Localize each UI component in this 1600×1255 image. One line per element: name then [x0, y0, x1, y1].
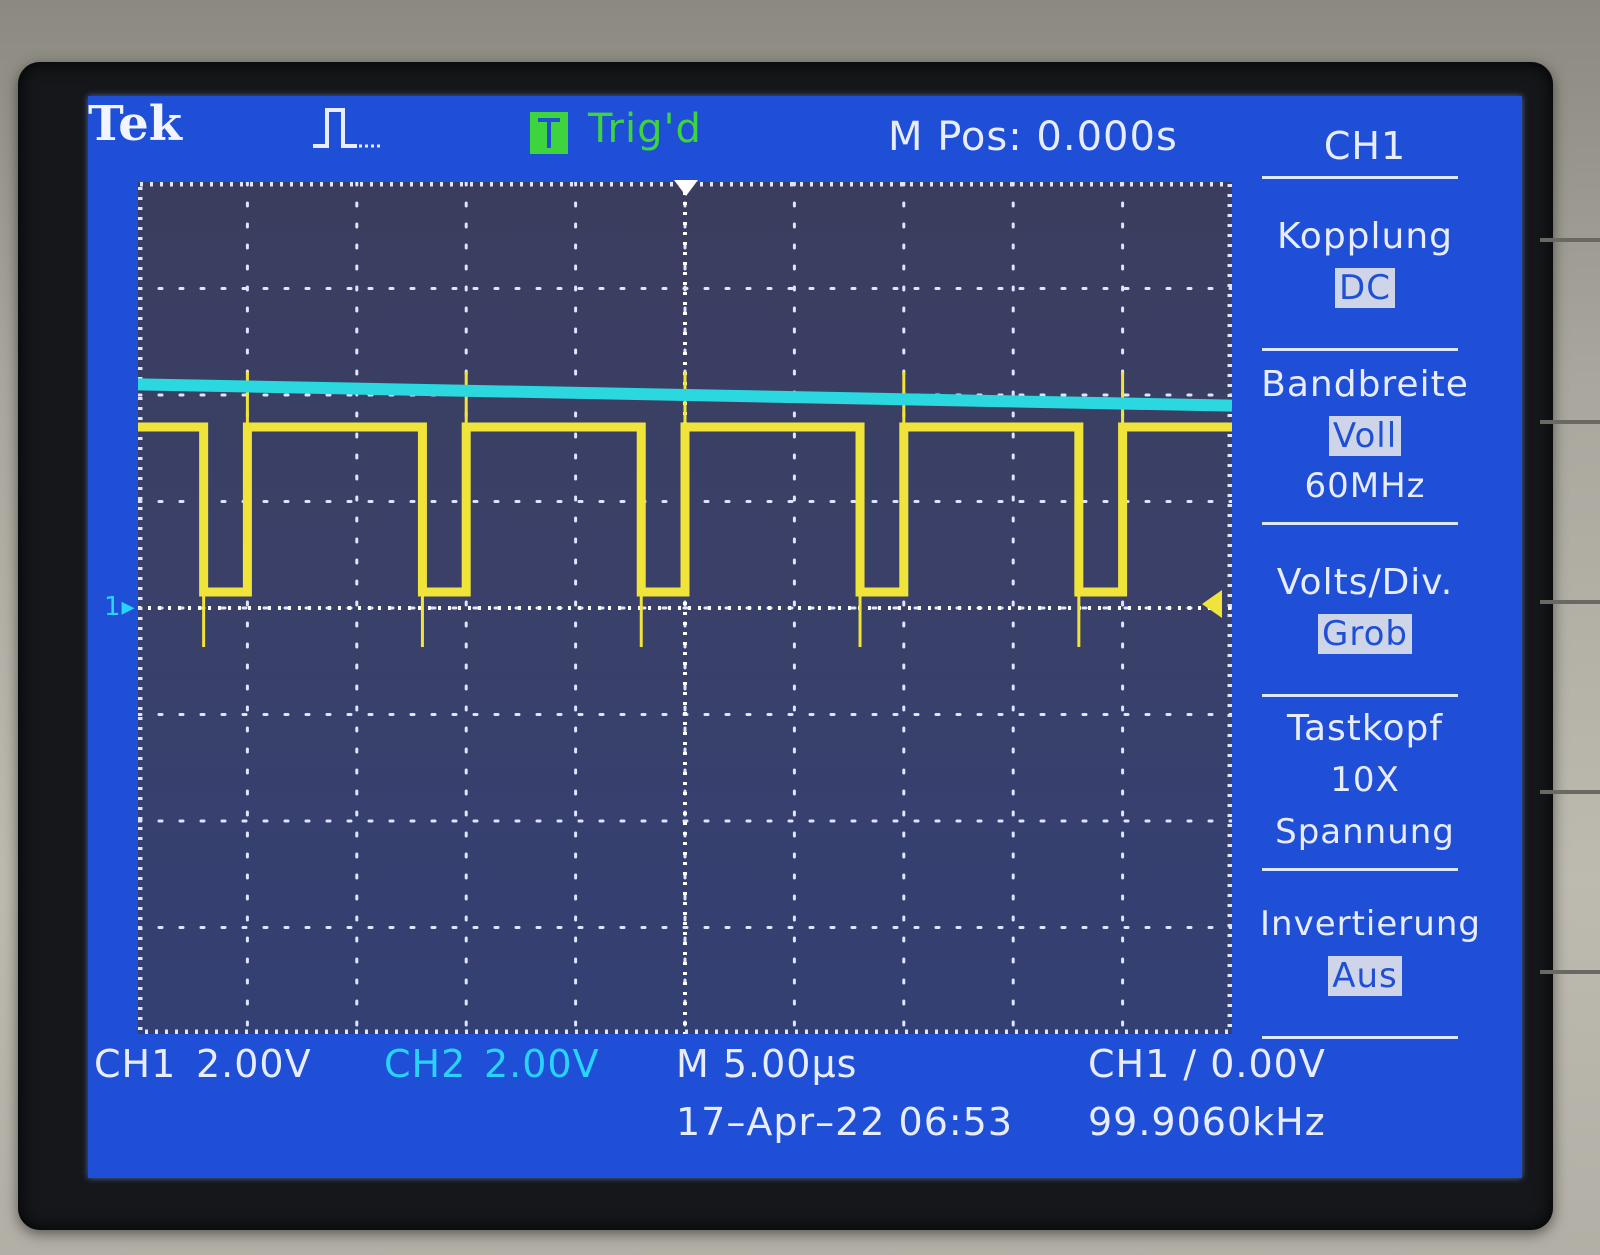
side-button-4[interactable]	[1540, 790, 1600, 794]
menu-item-invertierung-value: Aus	[1260, 956, 1470, 996]
ch1-scale: 2.00V	[196, 1042, 312, 1086]
ch1-label: CH1	[94, 1042, 177, 1086]
waveform-plot	[138, 182, 1232, 1034]
ch2-label: CH2	[384, 1042, 467, 1086]
trigger-status: Trig'd	[588, 106, 702, 152]
trigger-setting: CH1 ∕ 0.00V	[1088, 1042, 1326, 1086]
menu-item-kopplung-value: DC	[1260, 268, 1470, 308]
horizontal-position: M Pos: 0.000s	[888, 114, 1178, 160]
side-button-1[interactable]	[1540, 238, 1600, 242]
side-button-3[interactable]	[1540, 600, 1600, 604]
side-button-2[interactable]	[1540, 420, 1600, 424]
datetime: 17–Apr–22 06:53	[676, 1100, 1014, 1144]
menu-channel-title: CH1	[1323, 124, 1407, 168]
menu-item-bandbreite-value2: 60MHz	[1304, 466, 1426, 506]
trigger-status-icon	[530, 112, 568, 154]
frequency-readout: 99.9060kHz	[1088, 1100, 1326, 1144]
menu-item-voltsdiv-title[interactable]: Volts/Div.	[1260, 562, 1470, 603]
waveform-graticule	[138, 182, 1232, 1034]
trigger-position-marker	[674, 180, 698, 196]
menu-item-tastkopf-title[interactable]: Tastkopf	[1260, 708, 1470, 749]
trigger-level-marker	[1202, 590, 1222, 618]
brand-logo: Tek	[88, 96, 183, 152]
menu-item-invertierung-title[interactable]: Invertierung	[1260, 904, 1480, 944]
acquisition-pulse-icon	[313, 108, 381, 148]
menu-item-tastkopf-value: 10X	[1330, 760, 1400, 800]
ch2-scale: 2.00V	[484, 1042, 600, 1086]
menu-item-kopplung-title[interactable]: Kopplung	[1260, 216, 1470, 257]
menu-item-bandbreite-value: Voll	[1260, 416, 1470, 456]
timebase: M 5.00µs	[676, 1042, 858, 1086]
menu-item-voltsdiv-value: Grob	[1260, 614, 1470, 654]
side-button-5[interactable]	[1540, 970, 1600, 974]
oscilloscope-screen: Tek Trig'd M Pos: 0.000s CH1 1▸ Kopplung…	[88, 96, 1522, 1178]
ch1-ground-marker: 1▸	[104, 592, 136, 622]
menu-item-tastkopf-value2: Spannung	[1275, 812, 1455, 852]
menu-item-bandbreite-title[interactable]: Bandbreite	[1260, 364, 1470, 405]
